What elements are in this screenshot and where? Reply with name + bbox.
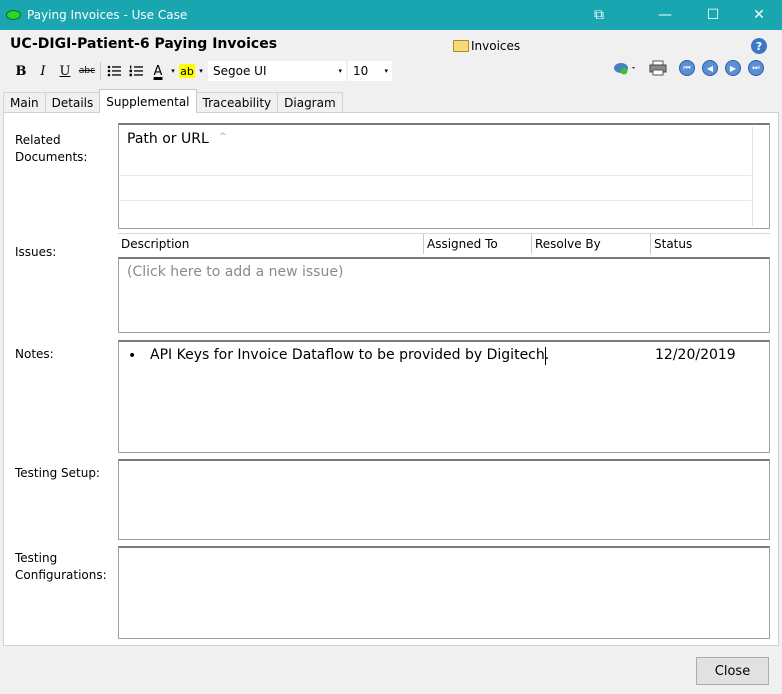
app-icon: [6, 10, 21, 20]
issues-column-status[interactable]: Status: [651, 234, 770, 254]
testing-configurations-label: Testing Configurations:: [15, 551, 107, 582]
nav-toolbar: ⏮ ◀ ▶ ⏭: [613, 60, 771, 76]
font-color-dropdown[interactable]: ▾: [169, 67, 177, 75]
supplemental-panel: Related Documents: Path or URL ^ Issues:…: [3, 112, 779, 646]
font-name-dropdown-icon: ▾: [338, 67, 342, 75]
issues-list[interactable]: (Click here to add a new issue): [118, 257, 770, 333]
close-window-button[interactable]: ✕: [736, 0, 782, 30]
note-date: 12/20/2019: [655, 347, 736, 363]
folder-link[interactable]: Invoices: [453, 39, 520, 53]
font-size-value: 10: [353, 64, 369, 78]
bold-button[interactable]: B: [10, 61, 32, 81]
title-bar: Paying Invoices - Use Case ⧉ — ☐ ✕: [0, 0, 782, 30]
bullet-list-icon[interactable]: [103, 61, 125, 81]
print-icon[interactable]: [649, 60, 667, 76]
tab-main[interactable]: Main: [3, 92, 46, 113]
issues-column-resolve-by[interactable]: Resolve By: [532, 234, 651, 254]
strikethrough-button[interactable]: abc: [76, 61, 98, 81]
header: UC-DIGI-Patient-6 Paying Invoices Invoic…: [0, 30, 782, 90]
help-icon[interactable]: ?: [751, 38, 767, 54]
font-color-button[interactable]: A: [147, 61, 169, 81]
notes-label: Notes:: [15, 347, 54, 361]
text-cursor: [545, 347, 546, 365]
tab-diagram[interactable]: Diagram: [277, 92, 343, 113]
window-title: Paying Invoices - Use Case: [27, 8, 188, 22]
folder-label: Invoices: [471, 39, 521, 53]
issues-label: Issues:: [15, 245, 57, 259]
format-toolbar: B I U abc A ▾ ab ▾ Segoe UI ▾ 10 ▾: [10, 60, 392, 82]
sort-hint-icon: ^: [219, 132, 227, 142]
minimize-button[interactable]: —: [642, 0, 688, 30]
grid-line: [120, 200, 751, 201]
issues-column-assigned-to[interactable]: Assigned To: [424, 234, 532, 254]
font-name-value: Segoe UI: [213, 64, 267, 78]
tab-strip: Main Details Supplemental Traceability D…: [3, 89, 343, 113]
issues-column-description[interactable]: Description: [118, 234, 424, 254]
font-name-select[interactable]: Segoe UI ▾: [208, 61, 346, 81]
numbered-list-icon[interactable]: [125, 61, 147, 81]
next-record-icon[interactable]: ▶: [725, 60, 741, 76]
toolbar-separator: [100, 62, 101, 80]
related-documents-label: Related Documents:: [15, 133, 88, 164]
testing-setup-editor[interactable]: [118, 459, 770, 540]
previous-record-icon[interactable]: ◀: [702, 60, 718, 76]
restore-icon[interactable]: ⧉: [576, 0, 622, 30]
italic-button[interactable]: I: [32, 61, 54, 81]
underline-button[interactable]: U: [54, 61, 76, 81]
font-size-select[interactable]: 10 ▾: [348, 61, 392, 81]
first-record-icon[interactable]: ⏮: [679, 60, 695, 76]
notes-editor[interactable]: • API Keys for Invoice Dataflow to be pr…: [118, 340, 770, 453]
highlight-button[interactable]: ab: [179, 64, 195, 78]
tab-traceability[interactable]: Traceability: [195, 92, 279, 113]
maximize-button[interactable]: ☐: [690, 0, 736, 30]
grid-line: [120, 175, 751, 176]
use-case-title: UC-DIGI-Patient-6 Paying Invoices: [10, 36, 278, 52]
tab-supplemental[interactable]: Supplemental: [99, 89, 197, 113]
tab-details[interactable]: Details: [44, 92, 101, 113]
testing-setup-label: Testing Setup:: [15, 466, 100, 480]
font-size-dropdown-icon: ▾: [384, 67, 388, 75]
highlight-dropdown[interactable]: ▾: [197, 67, 205, 75]
testing-configurations-editor[interactable]: [118, 546, 770, 639]
last-record-icon[interactable]: ⏭: [748, 60, 764, 76]
related-documents-grid[interactable]: Path or URL ^: [118, 123, 770, 229]
note-bullet: •: [128, 348, 137, 364]
add-issue-placeholder[interactable]: (Click here to add a new issue): [127, 264, 343, 280]
related-documents-input[interactable]: Path or URL: [127, 131, 209, 147]
add-view-icon[interactable]: [613, 60, 637, 76]
folder-icon: [453, 40, 469, 52]
issues-header: Description Assigned To Resolve By Statu…: [118, 233, 770, 254]
note-text[interactable]: API Keys for Invoice Dataflow to be prov…: [150, 347, 549, 363]
close-button[interactable]: Close: [696, 657, 769, 685]
grid-scroll-divider: [752, 127, 753, 226]
